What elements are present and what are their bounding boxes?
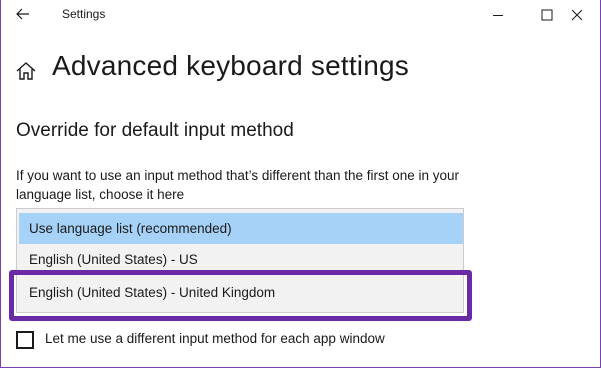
app-title: Settings (62, 7, 106, 21)
dropdown-option-english-us[interactable]: English (United States) - US (19, 244, 463, 275)
back-button[interactable] (11, 4, 35, 24)
page-title: Advanced keyboard settings (52, 50, 409, 81)
maximize-icon (541, 9, 553, 21)
settings-window: Settings Advanced keyboard settings Over… (0, 0, 601, 368)
dropdown-option-english-uk[interactable]: English (United States) - United Kingdom (19, 277, 463, 308)
minimize-button[interactable] (475, 0, 521, 30)
arrow-left-icon (16, 8, 29, 20)
section-description: If you want to use an input method that’… (16, 168, 460, 202)
dropdown-option-label: English (United States) - US (29, 252, 198, 267)
minimize-icon (493, 15, 503, 16)
close-button[interactable] (554, 0, 600, 30)
dropdown-option-language-list[interactable]: Use language list (recommended) (19, 213, 463, 244)
dropdown-option-label: Use language list (recommended) (29, 221, 232, 236)
title-bar: Settings (1, 0, 600, 30)
dropdown-option-label: English (United States) - United Kingdom (29, 285, 276, 300)
per-app-input-method-checkbox[interactable] (16, 331, 34, 349)
close-icon (571, 9, 583, 21)
checkbox-label: Let me use a different input method for … (45, 331, 385, 346)
home-icon[interactable] (15, 60, 37, 82)
section-heading: Override for default input method (16, 120, 294, 141)
input-method-dropdown-list[interactable]: Use language list (recommended) English … (16, 208, 464, 313)
